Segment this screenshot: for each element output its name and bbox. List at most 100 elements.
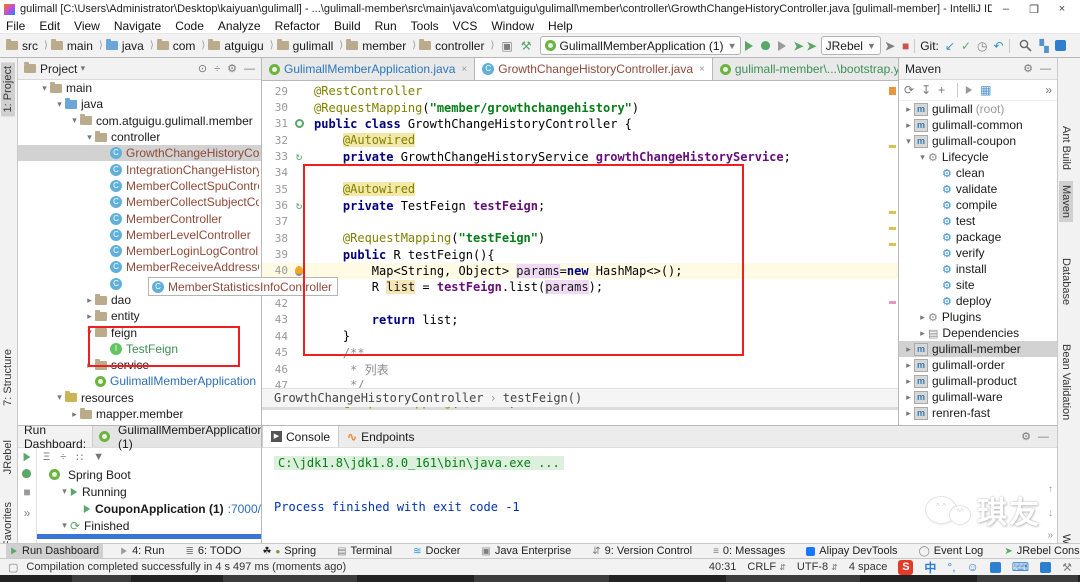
toolwindow-button-6: TODO[interactable]: ≣ 6: TODO [181,544,245,559]
menu-edit[interactable]: Edit [39,19,60,33]
selected-run-row[interactable] [36,534,261,539]
close-button[interactable]: × [1048,3,1076,15]
tree-item-mapper.member[interactable]: ▸ mapper.member [18,406,261,422]
tree-item-com.atguigu.gulimall.member[interactable]: ▾ com.atguigu.gulimall.member [18,113,261,129]
git-rollback-icon[interactable]: ↶ [993,39,1003,53]
tree-chevron-icon[interactable]: ▾ [903,136,914,147]
expand-all-icon[interactable]: Ξ [43,451,50,463]
maven-run-icon[interactable] [965,86,973,94]
editor-tab-GulimallMemberApplication.java[interactable]: GulimallMemberApplication.java × [262,58,476,80]
console-output[interactable]: C:\jdk1.8\jdk1.8.0_161\bin\java.exe ... … [262,448,1057,522]
tree-chevron-icon[interactable]: ▸ [903,344,914,355]
menu-help[interactable]: Help [548,19,573,33]
maven-item-gulimall-common[interactable]: ▸ m gulimall-common [899,117,1057,133]
coverage-button[interactable] [778,40,787,51]
toolwindow-button-0: Messages[interactable]: ≡ 0: Messages [709,544,789,559]
taskbar-segment[interactable] [725,575,863,582]
tree-chevron-icon[interactable]: ▸ [84,295,95,306]
code-line-39[interactable]: 39 public R testFeign(){ [262,246,898,262]
tree-item-GrowthChangeHistoryController[interactable]: C GrowthChangeHistoryController [18,145,261,162]
tree-item-MemberReceiveAddressController[interactable]: C MemberReceiveAddressController [18,259,261,275]
group-by-icon[interactable]: ∷ [76,451,83,464]
git-commit-icon[interactable]: ✓ [961,39,971,53]
toolwindow-button-4: Run[interactable]: 4: Run [116,544,168,559]
debug-button[interactable] [22,469,32,478]
tree-item-MemberCollectSubjectController[interactable]: C MemberCollectSubjectController [18,194,261,210]
menu-refactor[interactable]: Refactor [275,19,320,33]
tree-chevron-icon[interactable]: ▾ [84,327,95,338]
tree-item-hover-overlay[interactable]: C MemberStatisticsInfoController [148,277,339,296]
code-line-42[interactable]: 42 [262,295,898,311]
maven-item-deploy[interactable]: ⚙ deploy [899,293,1057,309]
breadcrumb-item-atguigu[interactable]: atguigu [208,39,264,53]
run-item-Spring Boot[interactable]: Spring Boot [37,466,261,483]
breadcrumb-item-controller[interactable]: controller [419,39,484,53]
code-editor[interactable]: GrowthChangeHistoryController › testFeig… [262,81,898,410]
tab-console[interactable]: ▶ Console [262,426,340,447]
toolwindow-tab-project[interactable]: 1: Project [1,62,15,117]
maven-item-site[interactable]: ⚙ site [899,277,1057,293]
code-line-35[interactable]: 35 @Autowired [262,181,898,197]
breadcrumb-item-java[interactable]: java [105,39,144,53]
rerun-button[interactable] [23,452,31,462]
toolwindow-button-Java Enterprise[interactable]: ▣ Java Enterprise [477,544,575,559]
tree-item-MemberLoginLogController[interactable]: C MemberLoginLogController [18,243,261,259]
autowired-icon[interactable]: ↻ [296,200,303,211]
maven-item-install[interactable]: ⚙ install [899,261,1057,277]
gear-icon[interactable]: ⚙ [1021,430,1031,443]
maven-item-renren-fast[interactable]: ▸ m renren-fast [899,405,1057,421]
maven-add-icon[interactable]: + [938,83,945,97]
jrebel-select[interactable]: JRebel ▼ [820,36,881,55]
gear-icon[interactable]: ⚙ [1023,62,1033,75]
indent-label[interactable]: 4 space [849,561,888,573]
maven-download-icon[interactable]: ↧ [921,83,931,97]
tree-chevron-icon[interactable]: ▾ [917,152,928,163]
tree-chevron-icon[interactable]: ▸ [903,360,914,371]
taskbar-segment[interactable] [222,575,360,582]
code-line-34[interactable]: 34 [262,165,898,181]
hide-panel-icon[interactable]: — [1038,431,1049,443]
code-line-38[interactable]: 38 @RequestMapping("testFeign") [262,230,898,246]
maven-item-gulimall-order[interactable]: ▸ m gulimall-order [899,357,1057,373]
scroll-down-icon[interactable]: ↓ [1048,508,1053,519]
debug-button[interactable] [761,41,771,50]
code-line-46[interactable]: 46 * 列表 [262,361,898,377]
maven-item-Lifecycle[interactable]: ▾ ⚙ Lifecycle [899,149,1057,165]
jrebel-run-icon[interactable]: ➤ [793,39,803,53]
breadcrumb-class[interactable]: GrowthChangeHistoryController [274,391,484,405]
breadcrumb-item-com[interactable]: com [156,39,195,53]
more-icon[interactable]: » [1045,83,1052,97]
ime-punctuation-icon[interactable]: °, [947,560,955,574]
breadcrumb-method[interactable]: testFeign() [503,391,582,405]
run-item-Finished[interactable]: ▾ ⟳ Finished [37,517,261,534]
tree-chevron-icon[interactable]: ▾ [54,392,65,403]
tree-item-MemberController[interactable]: C MemberController [18,210,261,226]
tree-chevron-icon[interactable]: ▾ [59,486,70,497]
toolwindow-button-Terminal[interactable]: ▤ Terminal [333,544,396,559]
toolwindow-button-Event Log[interactable]: ◯ Event Log [915,544,988,559]
autowired-icon[interactable]: ↻ [296,151,303,162]
close-icon[interactable]: × [461,64,467,75]
menu-file[interactable]: File [6,19,25,33]
maven-refresh-icon[interactable]: ⟳ [904,83,914,97]
git-update-icon[interactable]: ↙ [945,39,955,53]
ime-language-indicator[interactable]: 中 [924,559,936,576]
maven-item-gulimall-ware[interactable]: ▸ m gulimall-ware [899,389,1057,405]
line-ending-select[interactable]: CRLF ⇵ [747,561,786,573]
toolwindow-button-Run Dashboard[interactable]: Run Dashboard [6,543,104,559]
tree-chevron-icon[interactable]: ▸ [917,328,928,339]
tree-chevron-icon[interactable]: ▸ [903,104,914,115]
code-line-44[interactable]: 44 } [262,328,898,344]
tree-item-entity[interactable]: ▸ entity [18,308,261,324]
tree-chevron-icon[interactable]: ▾ [84,132,95,143]
stop-button[interactable]: ■ [23,485,30,499]
code-line-36[interactable]: 36 ↻ private TestFeign testFeign; [262,197,898,213]
run-dashboard-tab[interactable]: GulimallMemberApplication (1) [92,426,261,451]
maven-item-Plugins[interactable]: ▸ ⚙ Plugins [899,309,1057,325]
maven-item-Dependencies[interactable]: ▸ ▤ Dependencies [899,325,1057,341]
maven-item-compile[interactable]: ⚙ compile [899,197,1057,213]
tree-item-java[interactable]: ▾ java [18,96,261,112]
maven-item-gulimall[interactable]: ▸ m gulimall (root) [899,101,1057,117]
sogou-input-icon[interactable]: S [898,559,914,575]
hide-panel-icon[interactable]: — [1040,63,1051,75]
